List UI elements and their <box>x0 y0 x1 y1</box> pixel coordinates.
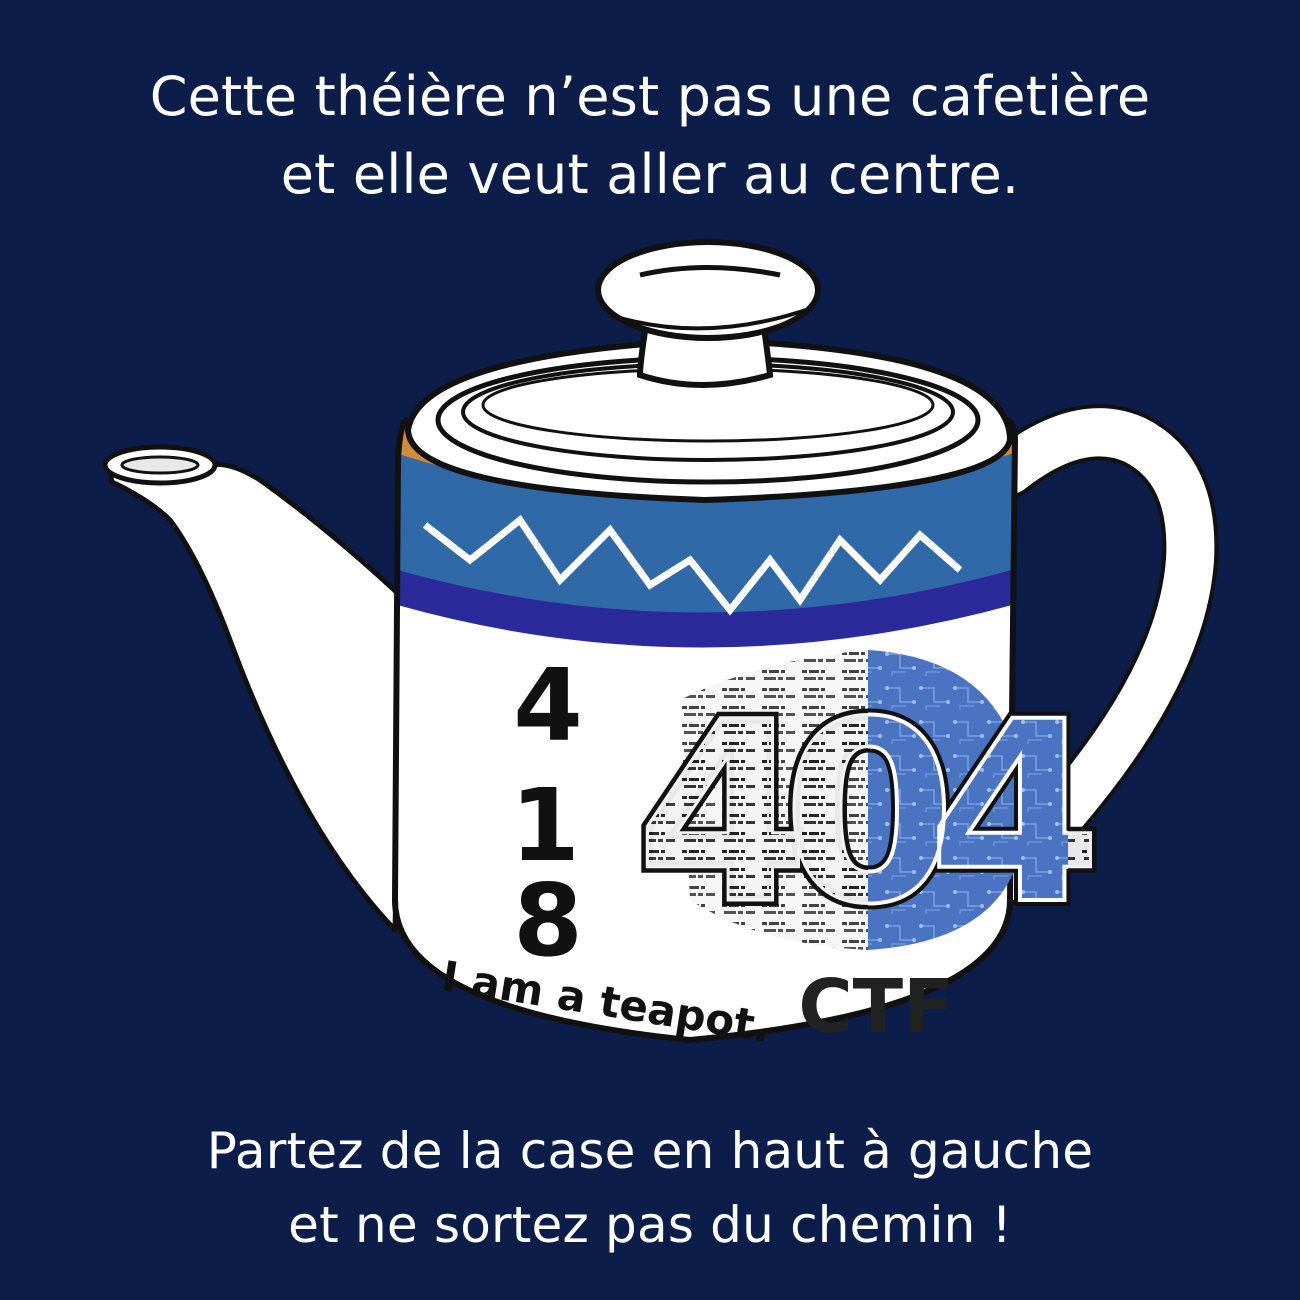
digit-4: 4 <box>513 647 583 764</box>
teapot-spout <box>105 447 405 930</box>
bottom-caption-line-2: et ne sortez pas du chemin ! <box>0 1188 1300 1262</box>
teapot-illustration: 4 1 8 I am a teapot. 404 404 404 CTF <box>0 0 1300 1300</box>
logo-label-ctf: CTF <box>798 964 953 1050</box>
digit-8: 8 <box>513 862 583 979</box>
status-code-418: 4 1 8 <box>510 647 583 979</box>
poster-canvas: Cette théière n’est pas une cafetière et… <box>0 0 1300 1300</box>
bottom-caption: Partez de la case en haut à gauche et ne… <box>0 1114 1300 1262</box>
bottom-caption-line-1: Partez de la case en haut à gauche <box>0 1114 1300 1188</box>
